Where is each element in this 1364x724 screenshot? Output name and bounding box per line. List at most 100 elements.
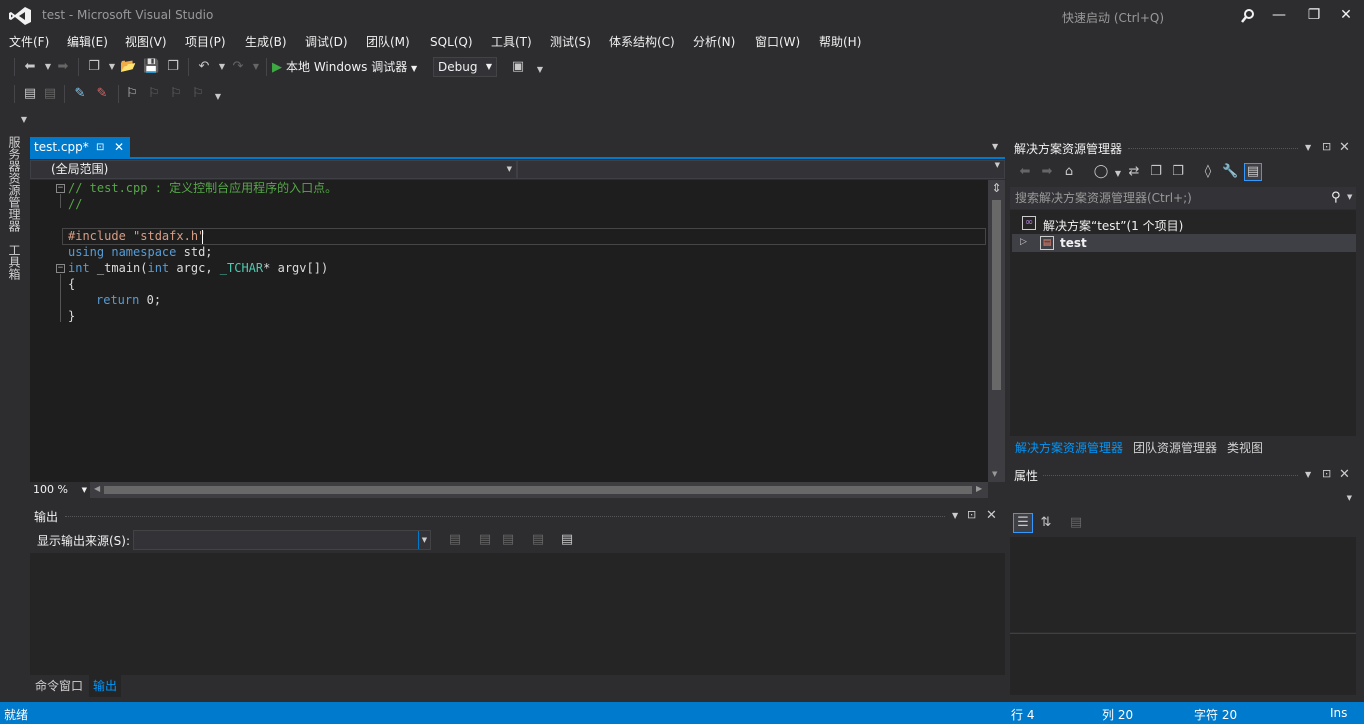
chevron-down-icon[interactable]: ▼ <box>952 511 958 520</box>
chevron-down-icon[interactable]: ▼ <box>104 59 120 75</box>
server-explorer-tab[interactable]: 服务器资源管理器 <box>6 136 23 232</box>
new-project-icon[interactable]: ❐ <box>86 59 102 75</box>
clear-bookmarks-icon[interactable]: ⚐ <box>190 86 206 102</box>
quick-launch-input[interactable]: 快速启动 (Ctrl+Q) <box>1062 9 1164 26</box>
clear-all-icon[interactable]: ▤ <box>530 532 546 548</box>
attach-process-icon[interactable]: ▣ <box>510 59 526 75</box>
close-icon[interactable]: ✕ <box>1339 140 1350 155</box>
restore-icon[interactable]: ❐ <box>1300 4 1328 26</box>
save-all-icon[interactable]: ❐ <box>165 59 181 75</box>
pin-icon[interactable]: ⊡ <box>967 508 976 521</box>
solution-search-input[interactable]: 搜索解决方案资源管理器(Ctrl+;) <box>1010 187 1356 209</box>
refresh-icon[interactable]: ❐ <box>1148 164 1164 180</box>
preview-icon[interactable]: ▤ <box>1244 163 1262 181</box>
menu-help[interactable]: 帮助(H) <box>819 32 861 52</box>
close-icon[interactable]: ✕ <box>1339 467 1350 482</box>
toolbar-overflow-icon[interactable]: ▼ <box>532 62 548 78</box>
scroll-thumb[interactable] <box>104 486 972 494</box>
home-icon[interactable]: ⌂ <box>1061 164 1077 180</box>
tab-solution-explorer[interactable]: 解决方案资源管理器 <box>1015 439 1123 456</box>
collapse-icon[interactable]: − <box>56 184 65 193</box>
toolbox-tab[interactable]: 工具箱 <box>6 244 23 280</box>
scroll-right-icon[interactable]: ▶ <box>976 484 982 493</box>
toolbar-overflow-icon[interactable]: ▼ <box>16 112 32 128</box>
param-info-icon[interactable]: ▤ <box>42 86 58 102</box>
start-debugging-button[interactable]: ▶ 本地 Windows 调试器 ▼ <box>272 57 417 77</box>
menu-sql[interactable]: SQL(Q) <box>430 32 473 52</box>
expand-icon[interactable]: ▷ <box>1020 237 1027 247</box>
member-select[interactable]: ▼ <box>517 160 1005 179</box>
chevron-down-icon[interactable]: ▼ <box>40 59 56 75</box>
show-all-files-icon[interactable]: ◊ <box>1200 164 1216 180</box>
properties-icon[interactable]: 🔧 <box>1222 164 1238 180</box>
menu-tools[interactable]: 工具(T) <box>491 32 532 52</box>
search-icon[interactable]: ⚲ <box>1331 190 1341 205</box>
uncomment-icon[interactable]: ✎ <box>94 86 110 102</box>
solution-node[interactable]: ∞ 解决方案“test”(1 个项目) <box>1014 215 1354 233</box>
menu-build[interactable]: 生成(B) <box>245 32 287 52</box>
chevron-down-icon[interactable]: ▼ <box>1347 193 1352 201</box>
forward-icon[interactable]: ➡ <box>55 59 71 75</box>
output-source-select[interactable]: ▼ <box>133 530 431 550</box>
minimize-icon[interactable]: — <box>1265 4 1293 26</box>
properties-object-select[interactable]: ▼ <box>1012 490 1356 508</box>
close-icon[interactable]: ✕ <box>1332 4 1360 26</box>
chevron-down-icon[interactable]: ▼ <box>248 59 264 75</box>
word-wrap-icon[interactable]: ▤ <box>559 532 575 548</box>
alphabetical-icon[interactable]: ⇅ <box>1038 515 1054 531</box>
project-node[interactable]: ▷ ▤ test <box>1012 234 1356 252</box>
redo-icon[interactable]: ↷ <box>230 59 246 75</box>
bookmark-icon[interactable]: ⚐ <box>124 86 140 102</box>
menu-project[interactable]: 项目(P) <box>185 32 226 52</box>
scope-select[interactable]: (全局范围) ▼ <box>30 160 517 179</box>
next-message-icon[interactable]: ▤ <box>500 532 516 548</box>
scroll-thumb[interactable] <box>992 200 1001 390</box>
menu-team[interactable]: 团队(M) <box>366 32 410 52</box>
pin-icon[interactable]: ⊡ <box>96 137 104 158</box>
menu-view[interactable]: 视图(V) <box>125 32 167 52</box>
output-text-area[interactable] <box>30 553 1005 675</box>
scroll-left-icon[interactable]: ◀ <box>94 484 100 493</box>
editor-vertical-scrollbar[interactable]: ⇕ ▼ <box>988 180 1005 482</box>
toolbar-overflow-icon[interactable]: ▼ <box>210 89 226 105</box>
close-icon[interactable]: ✕ <box>986 508 997 523</box>
back-icon[interactable]: ⬅ <box>1017 164 1033 180</box>
undo-icon[interactable]: ↶ <box>196 59 212 75</box>
menu-analyze[interactable]: 分析(N) <box>693 32 735 52</box>
menu-debug[interactable]: 调试(D) <box>305 32 348 52</box>
zoom-select[interactable]: 100 % ▼ <box>30 482 90 498</box>
chevron-down-icon[interactable]: ▼ <box>1305 143 1311 152</box>
close-icon[interactable]: ✕ <box>114 137 124 158</box>
menu-file[interactable]: 文件(F) <box>9 32 49 52</box>
pending-changes-icon[interactable]: ◯ <box>1093 164 1109 180</box>
solution-config-select[interactable]: Debug ▼ <box>433 57 497 77</box>
tab-command-window[interactable]: 命令窗口 <box>31 675 87 697</box>
tab-output[interactable]: 输出 <box>89 675 122 697</box>
next-bookmark-icon[interactable]: ⚐ <box>168 86 184 102</box>
chevron-down-icon[interactable]: ▼ <box>214 59 230 75</box>
menu-window[interactable]: 窗口(W) <box>755 32 800 52</box>
code-editor[interactable]: − − // test.cpp : 定义控制台应用程序的入口点。 // #inc… <box>48 180 988 482</box>
chevron-down-icon[interactable]: ▼ <box>1305 470 1311 479</box>
open-file-icon[interactable]: 📂 <box>120 59 136 75</box>
editor-horizontal-scrollbar[interactable]: ◀ ▶ <box>90 482 988 498</box>
menu-test[interactable]: 测试(S) <box>550 32 591 52</box>
chevron-down-icon[interactable]: ▼ <box>1110 166 1126 182</box>
collapse-icon[interactable]: − <box>56 264 65 273</box>
find-message-icon[interactable]: ▤ <box>447 532 463 548</box>
pin-icon[interactable]: ⊡ <box>1322 467 1331 480</box>
forward-icon[interactable]: ➡ <box>1039 164 1055 180</box>
search-icon[interactable] <box>1240 8 1256 24</box>
pin-icon[interactable]: ⊡ <box>1322 140 1331 153</box>
menu-architecture[interactable]: 体系结构(C) <box>609 32 675 52</box>
categorized-icon[interactable]: ☰ <box>1013 513 1033 533</box>
tab-team-explorer[interactable]: 团队资源管理器 <box>1133 439 1217 456</box>
split-icon[interactable]: ⇕ <box>990 182 1003 194</box>
sync-icon[interactable]: ⇄ <box>1126 164 1142 180</box>
property-pages-icon[interactable]: ▤ <box>1068 515 1084 531</box>
menu-edit[interactable]: 编辑(E) <box>67 32 108 52</box>
tab-class-view[interactable]: 类视图 <box>1227 439 1263 456</box>
comment-icon[interactable]: ✎ <box>72 86 88 102</box>
prev-message-icon[interactable]: ▤ <box>477 532 493 548</box>
prev-bookmark-icon[interactable]: ⚐ <box>146 86 162 102</box>
